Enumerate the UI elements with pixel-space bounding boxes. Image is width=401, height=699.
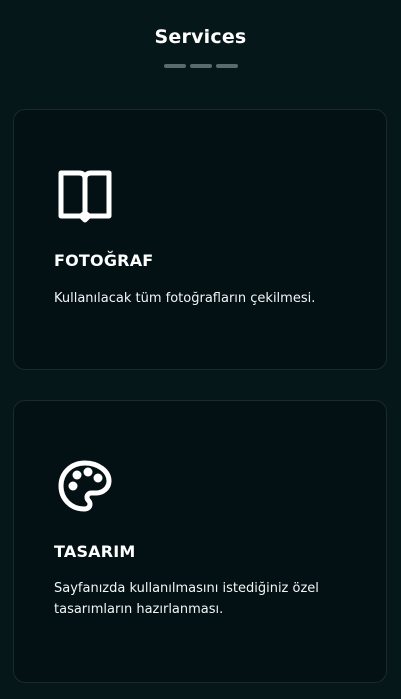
- paint-palette-icon: [58, 460, 112, 512]
- section-title: Services: [154, 26, 247, 48]
- title-divider: [164, 64, 238, 68]
- service-card-tasarim[interactable]: TASARIM Sayfanızda kullanılmasını istedi…: [13, 400, 387, 683]
- services-section: Services FOTOĞRAF Kullanılacak tüm fotoğ…: [0, 0, 401, 699]
- service-title: TASARIM: [54, 542, 136, 561]
- divider-dash: [164, 64, 186, 68]
- divider-dash: [190, 64, 212, 68]
- service-description: Kullanılacak tüm fotoğrafların çekilmesi…: [54, 291, 316, 306]
- service-title: FOTOĞRAF: [54, 251, 154, 270]
- service-card-fotograf[interactable]: FOTOĞRAF Kullanılacak tüm fotoğrafların …: [13, 109, 387, 370]
- service-description: Sayfanızda kullanılmasını istediğiniz öz…: [54, 581, 319, 617]
- open-book-icon: [58, 170, 112, 223]
- divider-dash: [216, 64, 238, 68]
